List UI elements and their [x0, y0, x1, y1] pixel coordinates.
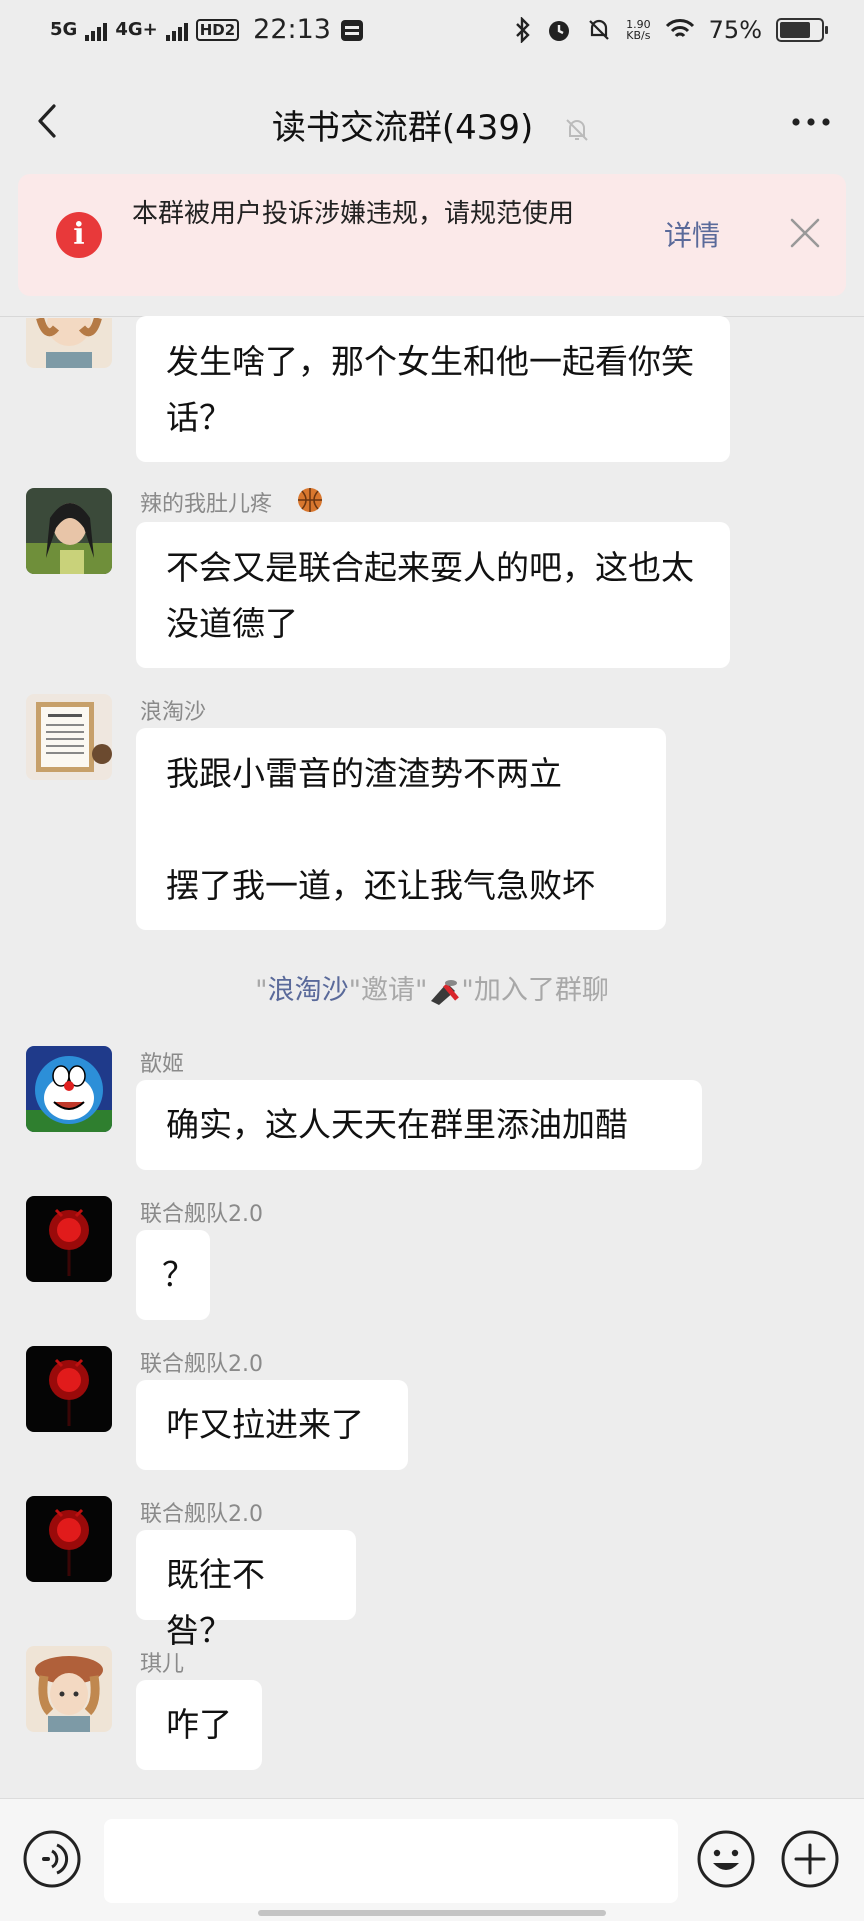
- inviter-link[interactable]: 浪淘沙: [268, 975, 349, 1006]
- hd-label: HD2: [195, 18, 240, 41]
- message-bubble[interactable]: 不会又是联合起来耍人的吧，这也太没道德了: [136, 522, 730, 668]
- avatar[interactable]: [26, 1646, 112, 1732]
- invitee-avatar-icon[interactable]: [427, 977, 461, 1007]
- home-indicator: [258, 1910, 606, 1916]
- silent-bell-icon: [589, 19, 609, 40]
- sender-name: 联合舰队2.0: [140, 1502, 263, 1527]
- chat-header: 读书交流群(439): [0, 70, 864, 172]
- invite-text: "邀请": [348, 975, 428, 1006]
- avatar[interactable]: [26, 1496, 112, 1582]
- chat-title: 读书交流群(439): [271, 108, 534, 148]
- battery-percent: 75%: [708, 16, 762, 44]
- network-5g-label: 5G: [50, 19, 78, 40]
- sender-name: 联合舰队2.0: [140, 1352, 263, 1377]
- bluetooth-icon: [516, 17, 530, 43]
- sender-name: 歆姬: [140, 1052, 185, 1077]
- wifi-icon: [665, 19, 694, 38]
- message-bubble[interactable]: 我跟小雷音的渣渣势不两立 摆了我一道，还让我气急败坏: [136, 728, 666, 930]
- avatar[interactable]: [26, 1346, 112, 1432]
- clock-time: 22:13: [253, 14, 331, 45]
- input-bar: [0, 1798, 864, 1921]
- alarm-icon: [549, 21, 570, 41]
- message-bubble[interactable]: ？: [136, 1230, 210, 1320]
- avatar[interactable]: [26, 1046, 112, 1132]
- calendar-icon: [340, 19, 363, 41]
- info-icon: i: [56, 212, 102, 258]
- avatar[interactable]: [26, 318, 112, 368]
- network-speed: 1.90 KB/s: [626, 18, 651, 42]
- status-bar: 5G 4G+ HD2 22:13 1.90 KB/s 75%: [0, 0, 864, 70]
- sender-name: 浪淘沙: [140, 700, 207, 725]
- notice-detail-link[interactable]: 详情: [664, 214, 720, 254]
- sender-name: 辣的我肚儿疼: [140, 492, 273, 517]
- close-icon[interactable]: [788, 216, 822, 250]
- notice-text: 本群被用户投诉涉嫌违规，请规范使用: [132, 199, 575, 229]
- basketball-icon: [298, 488, 322, 512]
- message-bubble[interactable]: 咋又拉进来了: [136, 1380, 408, 1470]
- violation-notice: i 本群被用户投诉涉嫌违规，请规范使用 详情: [18, 174, 846, 296]
- chat-title-wrap: 读书交流群(439): [0, 100, 864, 149]
- emoji-icon[interactable]: [696, 1829, 756, 1889]
- signal-icon: [85, 19, 108, 41]
- network-4g-label: 4G+: [115, 19, 158, 40]
- avatar[interactable]: [26, 1196, 112, 1282]
- more-dots-icon[interactable]: [788, 102, 834, 142]
- message-line: 摆了我一道，还让我气急败坏: [166, 866, 595, 905]
- message-bubble[interactable]: 咋了: [136, 1680, 262, 1770]
- sender-name: 琪儿: [140, 1652, 185, 1677]
- message-line: 我跟小雷音的渣渣势不两立: [166, 754, 562, 793]
- quote-text: ": [255, 975, 268, 1006]
- system-message: "浪淘沙"邀请" "加入了群聊: [0, 968, 864, 1007]
- bell-off-icon: [566, 118, 588, 141]
- signal-icon-2: [165, 19, 188, 41]
- message-bubble[interactable]: 既往不咎？: [136, 1530, 356, 1650]
- voice-icon[interactable]: [22, 1829, 82, 1889]
- joined-text: "加入了群聊: [461, 975, 609, 1006]
- sender-name: 联合舰队2.0: [140, 1202, 263, 1227]
- message-bubble[interactable]: 发生啥了，那个女生和他一起看你笑话？: [136, 316, 730, 462]
- battery-icon: [776, 18, 828, 42]
- avatar[interactable]: [26, 694, 112, 780]
- message-bubble[interactable]: 确实，这人天天在群里添油加醋: [136, 1080, 702, 1170]
- avatar[interactable]: [26, 488, 112, 574]
- message-input[interactable]: [104, 1819, 678, 1903]
- plus-icon[interactable]: [780, 1829, 840, 1889]
